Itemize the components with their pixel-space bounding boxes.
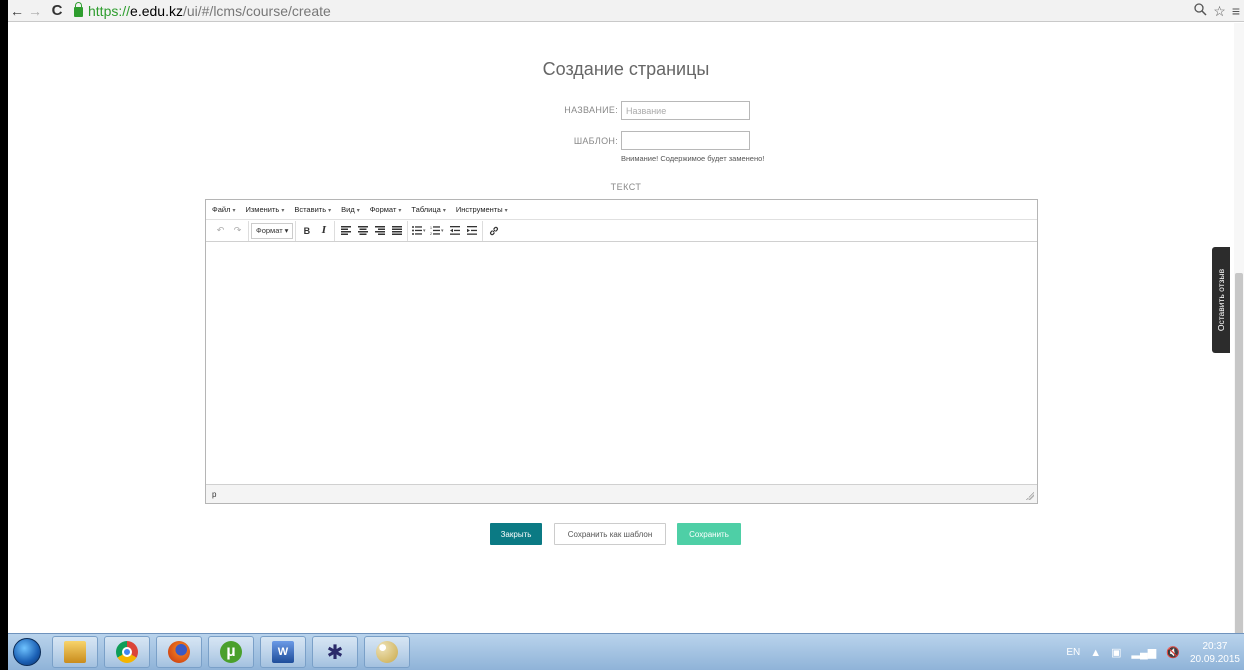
volume-muted-icon[interactable]: 🔇	[1166, 646, 1180, 659]
format-group: Формат ▾	[249, 220, 297, 241]
menu-icon[interactable]: ≡	[1232, 3, 1240, 19]
chevron-down-icon: ▾	[356, 208, 360, 214]
clock[interactable]: 20:37 20.09.2015	[1190, 640, 1240, 666]
chevron-down-icon: ▾	[328, 208, 332, 214]
editor-statusbar: p	[206, 484, 1037, 503]
browser-window: ← → C https://e.edu.kz/ui/#/lcms/course/…	[8, 0, 1244, 670]
chevron-down-icon: ▾	[281, 208, 285, 214]
chevron-down-icon: ▾	[232, 208, 236, 214]
align-center-icon[interactable]	[354, 222, 371, 240]
menu-tools[interactable]: Инструменты ▾	[456, 205, 508, 214]
signal-icon[interactable]: ▂▄▆	[1132, 646, 1157, 659]
menu-file[interactable]: Файл ▾	[212, 205, 235, 214]
menu-format[interactable]: Формат ▾	[370, 205, 402, 214]
name-input[interactable]	[621, 101, 750, 120]
taskbar-explorer[interactable]	[52, 636, 98, 668]
bookmark-star-icon[interactable]: ☆	[1213, 3, 1226, 20]
template-label: ШАБЛОН:	[573, 136, 618, 146]
resize-handle-icon[interactable]	[1026, 492, 1034, 500]
svg-text:▾: ▾	[441, 228, 444, 234]
zoom-icon[interactable]	[1194, 3, 1207, 19]
undo-icon[interactable]: ↶	[212, 222, 229, 240]
menu-insert[interactable]: Вставить ▾	[294, 205, 331, 214]
close-button[interactable]: Закрыть	[490, 523, 542, 545]
template-input[interactable]	[621, 131, 750, 150]
taskbar-word[interactable]: W	[260, 636, 306, 668]
bold-icon[interactable]: B	[298, 222, 315, 240]
link-icon[interactable]	[485, 222, 502, 240]
svg-text:2: 2	[430, 232, 432, 235]
chrome-icon	[116, 641, 138, 663]
utorrent-icon: µ	[220, 641, 242, 663]
address-bar[interactable]: https://e.edu.kz/ui/#/lcms/course/create	[74, 1, 1244, 21]
scroll-thumb[interactable]	[1235, 273, 1243, 653]
taskbar-firefox[interactable]	[156, 636, 202, 668]
align-group	[335, 220, 409, 241]
rich-text-editor: Файл ▾ Изменить ▾ Вставить ▾ Вид ▾ Формат ▾ Т…	[205, 199, 1038, 504]
redo-icon[interactable]: ↷	[229, 222, 246, 240]
forward-button[interactable]: →	[26, 0, 44, 22]
word-icon: W	[272, 641, 294, 663]
editor-menubar: Файл ▾ Изменить ▾ Вставить ▾ Вид ▾ Формат ▾ Т…	[206, 200, 1037, 220]
windows-taskbar: µ W ✱ EN ▲ ▣ ▂▄▆ 🔇 20:37 20.09.2015	[8, 633, 1244, 670]
page-scrollbar[interactable]	[1234, 23, 1244, 653]
firefox-icon	[168, 641, 190, 663]
clock-date: 20.09.2015	[1189, 653, 1240, 665]
outdent-icon[interactable]	[446, 222, 463, 240]
chevron-down-icon: ▾	[504, 208, 508, 214]
svg-text:1: 1	[430, 226, 432, 230]
name-label: НАЗВАНИЕ:	[564, 105, 618, 115]
history-group: ↶ ↷	[210, 220, 249, 241]
text-label: ТЕКСТ	[610, 182, 642, 192]
back-button[interactable]: ←	[8, 0, 26, 22]
language-indicator[interactable]: EN	[1066, 647, 1080, 658]
editor-content-area[interactable]	[206, 243, 1037, 483]
template-warning: Внимание! Содержимое будет заменено!	[621, 154, 765, 163]
system-tray: EN ▲ ▣ ▂▄▆ 🔇 20:37 20.09.2015	[1066, 634, 1240, 670]
element-path[interactable]: p	[212, 490, 216, 499]
reload-button[interactable]: C	[48, 0, 66, 22]
align-right-icon[interactable]	[371, 222, 388, 240]
show-hidden-icons-icon[interactable]: ▲	[1090, 647, 1101, 659]
numbered-list-icon[interactable]: 1 2 ▾	[428, 222, 446, 240]
feedback-tab[interactable]: Оставить отзыв	[1212, 247, 1230, 353]
url-text[interactable]: https://e.edu.kz/ui/#/lcms/course/create	[88, 3, 331, 19]
windows-logo-icon	[13, 638, 41, 666]
chevron-down-icon: ▾	[284, 226, 289, 235]
browser-toolbar: ← → C https://e.edu.kz/ui/#/lcms/course/…	[8, 0, 1244, 22]
lock-icon	[74, 2, 83, 17]
paint-icon	[376, 641, 398, 663]
menu-edit[interactable]: Изменить ▾	[245, 205, 284, 214]
page-content: Создание страницы НАЗВАНИЕ: ШАБЛОН: Вним…	[8, 23, 1244, 633]
align-left-icon[interactable]	[337, 222, 354, 240]
editor-toolbar: ↶ ↷ Формат ▾ B I ▾ 1 2 ▾	[206, 220, 1037, 242]
taskbar-paint[interactable]	[364, 636, 410, 668]
save-as-template-button[interactable]: Сохранить как шаблон	[554, 523, 666, 545]
taskbar-utorrent[interactable]: µ	[208, 636, 254, 668]
style-group: B I	[296, 220, 336, 241]
chevron-down-icon: ▾	[442, 208, 446, 214]
page-title: Создание страницы	[542, 59, 710, 79]
taskbar-spider[interactable]: ✱	[312, 636, 358, 668]
menu-view[interactable]: Вид ▾	[341, 205, 360, 214]
menu-table[interactable]: Таблица ▾	[411, 205, 445, 214]
start-button[interactable]	[8, 635, 46, 669]
format-dropdown[interactable]: Формат ▾	[251, 222, 294, 239]
browser-actions: ☆ ≡	[1194, 0, 1240, 22]
svg-text:▾: ▾	[423, 228, 426, 234]
indent-icon[interactable]	[463, 222, 480, 240]
justify-icon[interactable]	[388, 222, 405, 240]
italic-icon[interactable]: I	[315, 222, 332, 240]
link-group	[483, 221, 504, 241]
chevron-down-icon: ▾	[398, 208, 402, 214]
taskbar-chrome[interactable]	[104, 636, 150, 668]
network-device-icon[interactable]: ▣	[1111, 646, 1121, 659]
bullet-list-icon[interactable]: ▾	[410, 222, 428, 240]
save-button[interactable]: Сохранить	[677, 523, 741, 545]
list-group: ▾ 1 2 ▾	[408, 220, 484, 241]
explorer-icon	[64, 641, 86, 663]
feedback-label: Оставить отзыв	[1216, 268, 1227, 332]
clock-time: 20:37	[1202, 640, 1228, 652]
spider-icon: ✱	[326, 641, 344, 664]
